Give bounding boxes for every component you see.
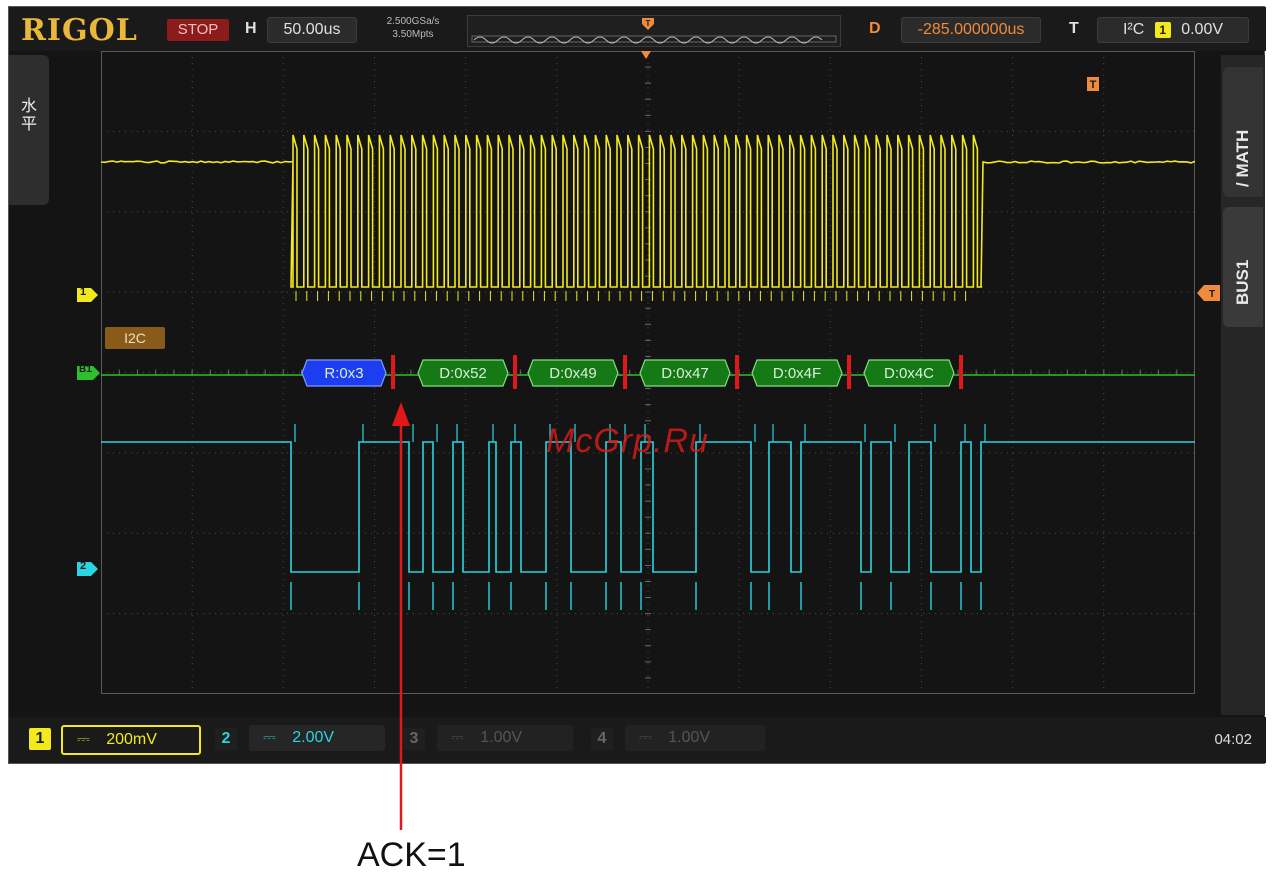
ack-annotation-arrow <box>0 0 1273 881</box>
ack-annotation-label: ACK=1 <box>357 836 466 875</box>
